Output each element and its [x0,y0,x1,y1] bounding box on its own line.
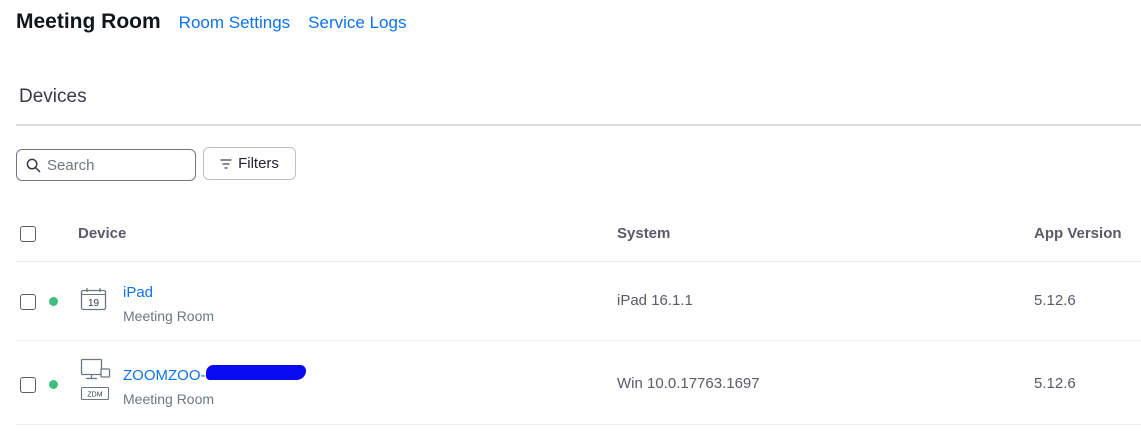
page-title: Meeting Room [16,10,161,33]
table-row: ZDM ZOOMZOO- Meeting Room Win 10.0.17763… [16,341,1141,425]
service-logs-link[interactable]: Service Logs [308,13,406,33]
calendar-icon-date: 19 [88,298,100,309]
devices-table: Device System App Version 19 iPad Meetin… [16,206,1141,425]
status-online-dot [49,380,58,389]
device-app-version: 5.12.6 [1034,375,1076,392]
device-app-version: 5.12.6 [1034,292,1076,309]
room-settings-link[interactable]: Room Settings [179,13,291,33]
table-header-row: Device System App Version [16,206,1141,262]
device-name-link[interactable]: iPad [123,284,153,301]
search-icon [26,158,41,172]
table-row: 19 iPad Meeting Room iPad 16.1.1 5.12.6 [16,262,1141,341]
section-title: Devices [19,86,87,107]
search-box[interactable] [16,149,196,181]
calendar-icon: 19 [80,288,107,311]
device-name-link[interactable]: ZOOMZOO- [123,367,206,384]
row-checkbox[interactable] [20,294,36,310]
redaction-mark [206,365,306,380]
search-input[interactable] [47,156,187,174]
status-online-dot [49,297,58,306]
filter-icon [220,158,232,169]
section-divider [16,124,1141,126]
device-system: Win 10.0.17763.1697 [617,375,760,392]
column-header-app-version[interactable]: App Version [1034,225,1122,242]
column-header-device[interactable]: Device [78,225,126,242]
device-room-label: Meeting Room [123,308,215,324]
page-header: Meeting Room Room Settings Service Logs [16,10,406,40]
computer-display-icon: ZDM [80,358,111,401]
filters-label: Filters [238,155,279,172]
row-checkbox[interactable] [20,377,36,393]
column-header-system[interactable]: System [617,225,670,242]
device-system: iPad 16.1.1 [617,292,693,309]
zdm-badge-text: ZDM [87,392,102,399]
device-room-label: Meeting Room [123,391,215,407]
page: Meeting Room Room Settings Service Logs … [0,0,1141,436]
filters-button[interactable]: Filters [203,147,296,180]
select-all-checkbox[interactable] [20,226,36,242]
